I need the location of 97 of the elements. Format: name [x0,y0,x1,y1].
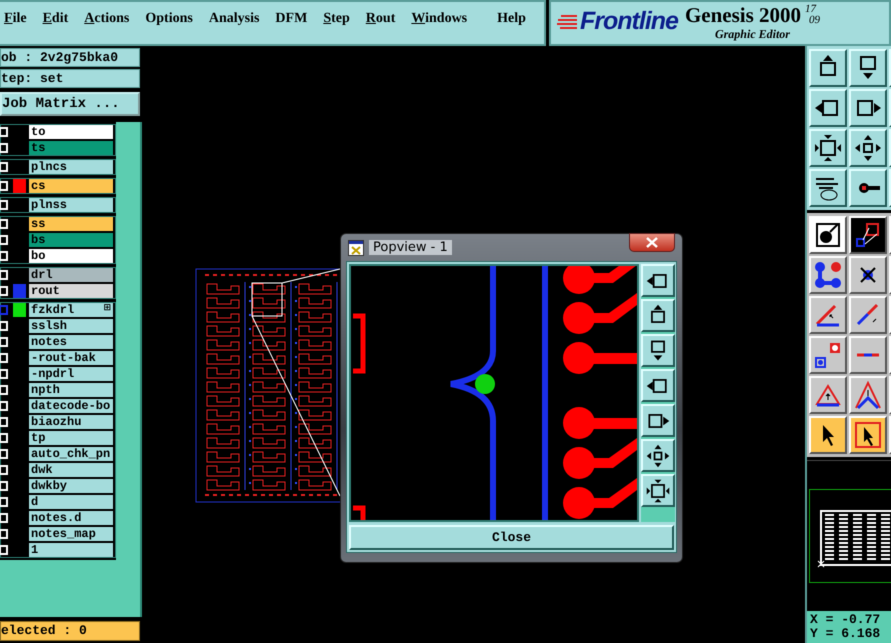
view-button[interactable] [641,299,675,332]
menu-item[interactable]: Windows [403,11,476,27]
diagonal-line-icon [856,304,878,326]
arrow-down-box-icon [860,56,876,79]
view-button[interactable] [641,264,675,297]
x-mark-icon [860,267,876,283]
menu-item[interactable]: File [0,11,35,27]
product-name: Genesis 2000 [684,4,802,26]
menu-item[interactable]: Edit [34,11,76,27]
tool-button[interactable] [849,169,887,207]
layer-name[interactable]: notes [29,335,113,349]
chevron-triangle-icon [855,380,881,410]
tool-button[interactable] [809,169,847,207]
tool-button[interactable] [849,49,887,87]
menu-item[interactable]: Help [489,11,534,27]
arrow-left-box-icon [646,274,667,288]
expand-arrows-icon [646,479,670,502]
layer-name[interactable]: datecode-bo [29,399,113,413]
wrench-palette-icon [815,178,839,200]
menu-item[interactable]: Options [137,11,201,27]
layer-name[interactable]: to [29,125,113,139]
job-matrix-button[interactable]: Job Matrix ... [0,92,140,116]
speed-lines-icon [557,15,577,29]
layer-name[interactable]: 1 [29,543,113,557]
layer-name[interactable]: plnss [29,198,113,212]
view-button[interactable] [641,404,675,437]
arrow-up-box-icon [820,55,836,76]
squares-dots-icon [815,343,840,368]
layer-name[interactable]: ss [29,217,113,231]
contract-arrows-icon [855,135,881,161]
window-title: Popview - 1 [369,240,452,255]
layer-name[interactable]: ts [29,141,113,155]
arrow-up-box-icon [651,304,665,322]
tool-button[interactable] [849,89,887,127]
pointer-square-icon [855,422,881,448]
view-button[interactable] [641,474,675,507]
close-icon [646,237,658,248]
arrow-left-box-icon [815,100,838,116]
squares-line-icon [855,222,881,248]
triangle-icon [815,384,841,406]
layer-name[interactable]: notes_map [29,527,113,541]
layer-name[interactable]: -npdrl [29,367,113,381]
step-name: tep: set [0,69,140,88]
tool-button[interactable] [849,129,887,167]
layer-name[interactable]: plncs [29,160,113,174]
arrow-right-box-icon [857,100,881,116]
layer-name[interactable]: rout [29,284,113,298]
layer-name[interactable]: bs [29,233,113,247]
tool-button[interactable] [809,49,847,87]
layer-name[interactable]: npth [29,383,113,397]
view-button[interactable] [641,334,675,367]
layer-checkbox[interactable] [0,305,8,315]
tool-button[interactable] [809,129,847,167]
arrow-left-box-icon [646,378,667,392]
layer-name[interactable]: dwkby [29,479,113,493]
layer-name[interactable]: tp [29,431,113,445]
layer-name[interactable]: d [29,495,113,509]
layer-name[interactable]: dwk [29,463,113,477]
job-name: ob : 2v2g75bka0 [0,48,140,67]
arrow-down-box-icon [651,340,665,360]
angle-lines-icon [816,304,839,326]
view-button[interactable] [641,439,675,472]
layer-name[interactable]: auto_chk_pn [29,447,113,461]
view-button[interactable] [641,369,675,402]
selected-count: elected : 0 [0,621,140,641]
menu-item[interactable]: Rout [358,11,404,27]
pointer-icon [823,425,834,446]
node-graph-icon [815,262,841,288]
window-icon [348,240,364,256]
layer-name: fzkdrl [31,303,74,317]
version-number: 09 [809,15,820,26]
layer-name-field[interactable]: fzkdrl ⊞ [29,303,113,317]
contract-arrows-icon [646,444,670,467]
brand-logo-text: Frontline [580,7,678,36]
y-coordinate: Y = 6.168 [810,627,882,641]
layer-name[interactable]: notes.d [29,511,113,525]
line-dash-icon [857,354,879,356]
layer-name[interactable]: drl [29,268,113,282]
layer-name[interactable]: sslsh [29,319,113,333]
menu-item[interactable]: Analysis [200,11,268,27]
close-button[interactable]: Close [349,525,674,550]
version-number: 17 [805,4,818,15]
menu-item[interactable]: DFM [267,11,316,27]
menu-item[interactable]: Actions [76,11,138,27]
tool-button[interactable] [809,89,847,127]
product-subtitle: Graphic Editor [714,27,790,42]
layer-name[interactable]: cs [29,179,113,193]
close-button[interactable] [629,233,675,252]
probe-icon [859,183,880,193]
expand-icon[interactable]: ⊞ [103,303,111,317]
menu-item[interactable]: Step [315,11,358,27]
layer-name[interactable]: -rout-bak [29,351,113,365]
x-coordinate: X = -0.77 [810,613,882,627]
layer-name[interactable]: bo [29,249,113,263]
expand-arrows-icon [815,135,841,161]
arrow-right-box-icon [648,414,670,428]
layer-name[interactable]: biaozhu [29,415,113,429]
